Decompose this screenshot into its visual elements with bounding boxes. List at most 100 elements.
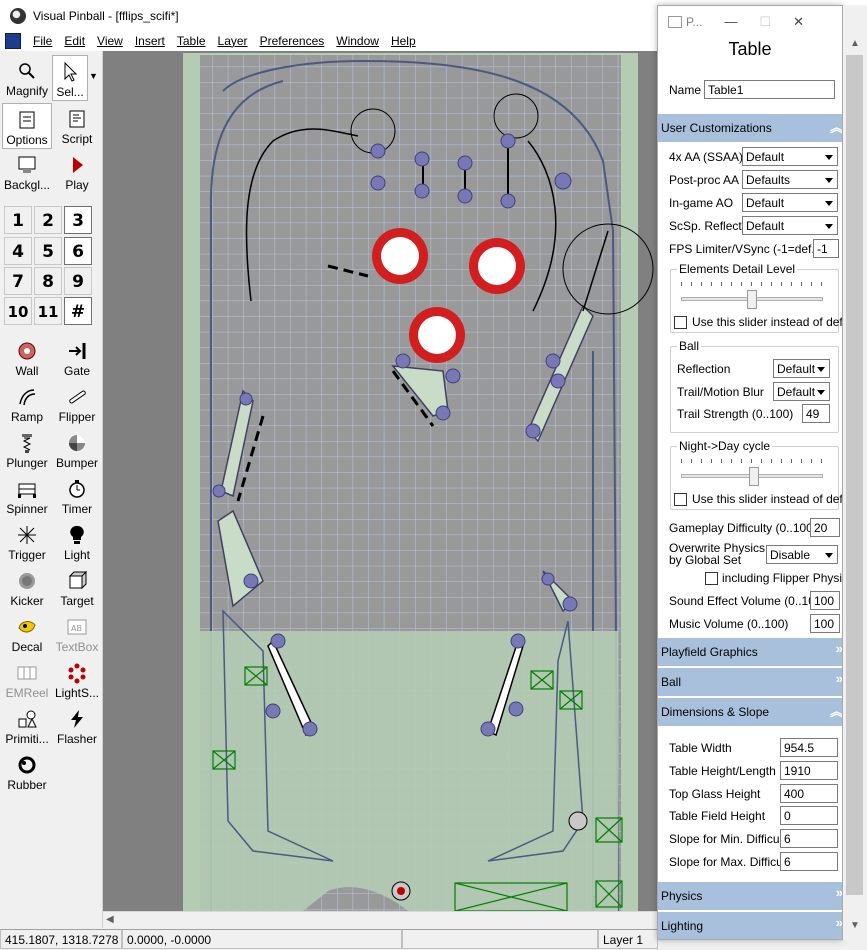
horizontal-scrollbar[interactable]: ◀: [103, 911, 658, 928]
close-icon[interactable]: ✕: [793, 14, 804, 30]
expand-chevron-icon[interactable]: »: [836, 915, 842, 930]
section-user-customizations[interactable]: User Customizations ︽: [658, 114, 842, 142]
playfield-editor-canvas[interactable]: [103, 51, 658, 911]
select-button[interactable]: Sel...: [52, 55, 88, 101]
trail-label: Trail/Motion Blur: [677, 385, 764, 399]
menu-view[interactable]: View: [91, 34, 129, 48]
expand-chevron-icon[interactable]: »: [836, 671, 842, 686]
ao-select[interactable]: Default: [742, 193, 838, 212]
light-label: Light: [63, 548, 91, 562]
menu-file[interactable]: File: [27, 34, 58, 48]
plunger-button[interactable]: Plunger: [2, 427, 52, 473]
target-button[interactable]: Target: [52, 565, 102, 611]
flipper-physics-checkbox[interactable]: [705, 572, 718, 585]
bumper-button[interactable]: Bumper: [52, 427, 102, 473]
toolbox: Magnify Sel... ▼ Options Script Backgl..…: [0, 51, 103, 931]
layer-button-2[interactable]: 2: [34, 206, 62, 234]
postaa-select[interactable]: Defaults: [742, 170, 838, 189]
scroll-down-icon[interactable]: ▼: [850, 920, 860, 931]
section-ball[interactable]: Ball »: [658, 668, 842, 696]
menu-preferences[interactable]: Preferences: [254, 34, 331, 48]
sound-input[interactable]: 100: [810, 591, 840, 610]
aa-select[interactable]: Default: [742, 147, 838, 166]
layer-button-7[interactable]: 7: [4, 267, 32, 295]
layer-button-4[interactable]: 4: [4, 237, 32, 265]
flipper-button[interactable]: Flipper: [52, 381, 102, 427]
flasher-button[interactable]: Flasher: [52, 703, 102, 749]
wall-label: Wall: [15, 364, 39, 378]
section-physics[interactable]: Physics »: [658, 882, 842, 910]
magnify-button[interactable]: Magnify: [2, 55, 52, 101]
textbox-button[interactable]: AB TextBox: [52, 611, 102, 657]
maximize-icon[interactable]: ☐: [759, 14, 771, 30]
difficulty-input[interactable]: 20: [810, 518, 840, 537]
table-width-input[interactable]: 954.5: [780, 738, 838, 757]
layer-button-1[interactable]: 1: [4, 206, 32, 234]
backglass-button[interactable]: Backgl...: [2, 149, 52, 195]
fps-input[interactable]: -1: [813, 239, 839, 258]
menu-table[interactable]: Table: [171, 34, 212, 48]
detail-slider-thumb[interactable]: [747, 290, 757, 309]
menu-layer[interactable]: Layer: [212, 34, 254, 48]
daynight-slider-thumb[interactable]: [749, 467, 759, 486]
reflection-select[interactable]: Default: [773, 359, 830, 378]
glass-height-input[interactable]: 400: [780, 784, 838, 803]
select-dropdown-arrow-icon[interactable]: ▼: [89, 71, 98, 81]
primitive-button[interactable]: Primiti...: [2, 703, 52, 749]
minimize-icon[interactable]: —: [724, 14, 737, 29]
svg-text:AB: AB: [71, 624, 82, 633]
textbox-label: TextBox: [55, 640, 99, 654]
overwrite-select[interactable]: Disable: [766, 545, 838, 564]
collapse-chevron-icon[interactable]: ︽: [830, 701, 842, 720]
scroll-up-icon[interactable]: ▲: [850, 38, 860, 49]
scroll-thumb[interactable]: [846, 55, 863, 895]
layer-button-6[interactable]: 6: [64, 237, 92, 265]
options-button[interactable]: Options: [2, 103, 52, 149]
name-input[interactable]: Table1: [704, 80, 835, 99]
layer-button-all[interactable]: #: [64, 297, 92, 325]
menu-window[interactable]: Window: [330, 34, 385, 48]
ssr-select[interactable]: Default: [742, 216, 838, 235]
expand-chevron-icon[interactable]: »: [836, 641, 842, 656]
rubber-button[interactable]: Rubber: [2, 749, 52, 795]
light-button[interactable]: Light: [52, 519, 102, 565]
menu-insert[interactable]: Insert: [129, 34, 171, 48]
layer-button-8[interactable]: 8: [34, 267, 62, 295]
kicker-button[interactable]: Kicker: [2, 565, 52, 611]
wall-button[interactable]: Wall: [2, 335, 52, 381]
music-input[interactable]: 100: [810, 614, 840, 633]
slope-min-input[interactable]: 6: [780, 829, 838, 848]
menu-edit[interactable]: Edit: [58, 34, 91, 48]
daynight-checkbox[interactable]: [674, 493, 687, 506]
menu-help[interactable]: Help: [385, 34, 422, 48]
properties-vertical-scrollbar[interactable]: ▲ ▼: [843, 5, 867, 940]
section-dimensions-slope[interactable]: Dimensions & Slope ︽: [658, 698, 842, 726]
emreel-button[interactable]: EMReel: [2, 657, 52, 703]
script-button[interactable]: Script: [52, 103, 102, 149]
layer-button-9[interactable]: 9: [64, 267, 92, 295]
layer-button-5[interactable]: 5: [34, 237, 62, 265]
field-height-input[interactable]: 0: [780, 806, 838, 825]
gate-button[interactable]: Gate: [52, 335, 102, 381]
trail-select[interactable]: Default: [773, 382, 830, 401]
play-button[interactable]: Play: [52, 149, 102, 195]
collapse-chevron-icon[interactable]: ︽: [830, 117, 842, 136]
table-height-input[interactable]: 1910: [780, 761, 838, 780]
lightseq-button[interactable]: LightS...: [52, 657, 102, 703]
layer-button-3[interactable]: 3: [64, 206, 92, 234]
spinner-button[interactable]: Spinner: [2, 473, 52, 519]
scroll-left-icon[interactable]: ◀: [106, 914, 114, 925]
layer-button-11[interactable]: 11: [34, 297, 62, 325]
trail-strength-input[interactable]: 49: [802, 404, 830, 423]
trigger-button[interactable]: Trigger: [2, 519, 52, 565]
expand-chevron-icon[interactable]: »: [836, 885, 842, 900]
timer-button[interactable]: Timer: [52, 473, 102, 519]
detail-checkbox[interactable]: [674, 316, 687, 329]
layer-button-10[interactable]: 10: [4, 297, 32, 325]
document-system-icon[interactable]: [5, 33, 21, 49]
section-lighting[interactable]: Lighting »: [658, 912, 842, 939]
ramp-button[interactable]: Ramp: [2, 381, 52, 427]
decal-button[interactable]: Decal: [2, 611, 52, 657]
section-playfield-graphics[interactable]: Playfield Graphics »: [658, 638, 842, 666]
slope-max-input[interactable]: 6: [780, 852, 838, 871]
